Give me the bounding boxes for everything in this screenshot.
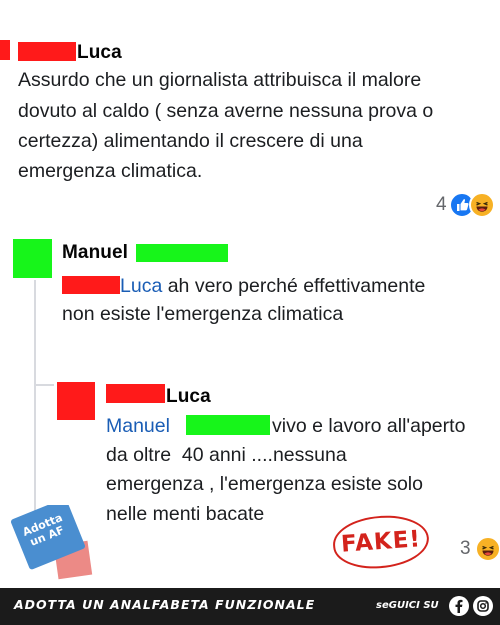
footer-title: ADOTTA UN ANALFABETA FUNZIONALE	[14, 597, 316, 612]
comment-text: vivo e lavoro all'aperto	[272, 415, 466, 437]
follow-label: seGUICI SU	[376, 600, 439, 611]
comment-text-line: da oltre 40 anni ....nessuna	[106, 444, 347, 466]
fake-stamp: FAKE!	[331, 512, 431, 572]
thread-line	[34, 280, 36, 525]
reaction-summary[interactable]: 4	[436, 192, 495, 218]
author-name-redaction	[18, 42, 76, 61]
comment-text-line: dovuto al caldo ( senza averne nessuna p…	[18, 100, 434, 122]
thread-line-branch	[34, 384, 54, 386]
reaction-summary[interactable]: 3	[460, 536, 500, 562]
mention-link[interactable]: Manuel	[106, 415, 170, 437]
mention-redaction	[62, 276, 120, 294]
comment-author[interactable]: Luca	[166, 386, 211, 408]
comment-text-line: certezza) alimentando il crescere di una	[18, 130, 363, 152]
comment-text-line: nelle menti bacate	[106, 503, 265, 525]
comment-text-line: non esiste l'emergenza climatica	[62, 303, 344, 325]
comment-text-line: emergenza , l'emergenza esiste solo	[106, 473, 423, 495]
comment-text-line: Assurdo che un giornalista attribuisca i…	[18, 69, 422, 91]
comment-author[interactable]: Luca	[77, 42, 122, 64]
avatar-redaction	[0, 40, 10, 60]
watermark-badge: Adotta un AF	[4, 498, 100, 592]
instagram-icon[interactable]	[473, 596, 493, 616]
comment-author[interactable]: Manuel	[62, 242, 128, 264]
mention-link[interactable]: Luca	[120, 275, 162, 297]
haha-icon	[468, 192, 495, 218]
comment-text-line: Luca ah vero perché effettivamente	[62, 272, 425, 300]
facebook-icon[interactable]	[449, 596, 469, 616]
footer-bar: ADOTTA UN ANALFABETA FUNZIONALE seGUICI …	[0, 588, 500, 625]
reaction-count: 3	[460, 538, 471, 559]
comment-text: ah vero perché effettivamente	[162, 275, 426, 297]
haha-icon	[474, 536, 500, 562]
avatar-redaction	[13, 239, 52, 278]
author-name-redaction	[106, 384, 165, 403]
avatar-redaction	[57, 382, 95, 420]
reaction-count: 4	[436, 194, 447, 215]
mention-redaction	[186, 415, 270, 435]
author-name-redaction	[136, 244, 228, 262]
comment-text-line: emergenza climatica.	[18, 160, 203, 182]
comment-text-line: Manuel	[106, 412, 170, 440]
